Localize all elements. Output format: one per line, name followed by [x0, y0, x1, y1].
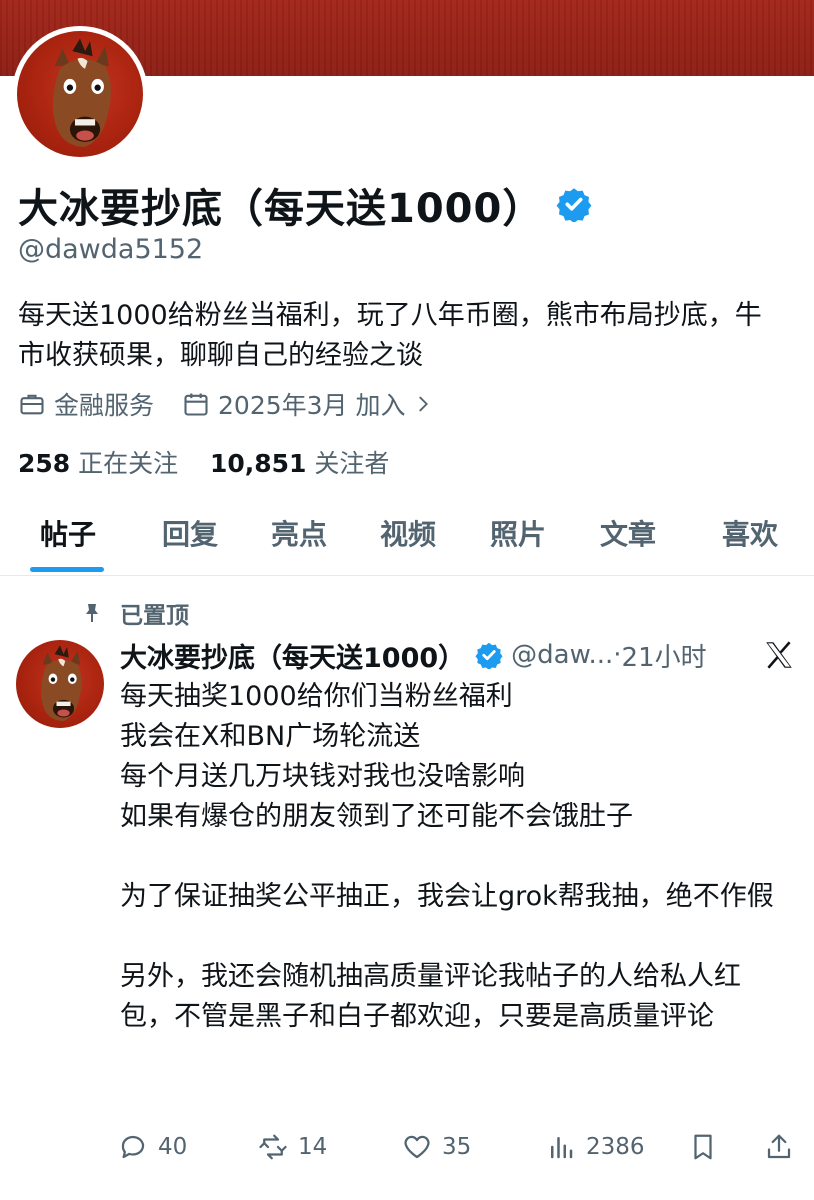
reply-count: 40 [158, 1134, 188, 1160]
followers-label: 关注者 [314, 449, 390, 478]
post-separator: · [613, 640, 622, 670]
repost-button[interactable]: 14 [258, 1124, 327, 1170]
bookmark-icon [694, 1134, 712, 1160]
post-author-handle[interactable]: @daw... [511, 640, 613, 670]
pinned-label: 已置顶 [120, 603, 189, 629]
follow-stats: 258 正在关注 10,851 关注者 [18, 444, 389, 480]
profile-bio: 每天送1000给粉丝当福利，玩了八年币圈，熊市布局抄底，牛市收获硕果，聊聊自己的… [18, 300, 762, 371]
verified-badge-icon [475, 642, 503, 669]
like-button[interactable]: 35 [402, 1124, 471, 1170]
like-icon [404, 1135, 430, 1159]
share-icon [767, 1134, 791, 1159]
horse-avatar-icon [52, 38, 111, 147]
profile-category[interactable]: 金融服务 [54, 386, 154, 422]
post-text: 每天抽奖1000给你们当粉丝福利 我会在X和BN广场轮流送 每个月送几万块钱对我… [120, 681, 774, 1032]
views-icon [551, 1137, 573, 1159]
calendar-icon [184, 393, 208, 416]
profile-tabs: 帖子 回复 亮点 视频 照片 文章 喜欢 [0, 506, 814, 576]
views-count: 2386 [586, 1134, 645, 1160]
like-count: 35 [442, 1134, 472, 1160]
tab-posts[interactable]: 帖子 [22, 506, 114, 576]
post-header: 大冰要抄底（每天送1000） @daw... · 21小时 [120, 634, 707, 676]
views-button[interactable]: 2386 [546, 1124, 645, 1170]
followers-link[interactable]: 10,851 关注者 [210, 449, 389, 478]
profile-name: 大冰要抄底（每天送1000） [18, 186, 544, 232]
horse-avatar-icon [41, 645, 82, 721]
followers-count: 10,851 [209, 449, 307, 478]
profile-joined-date: 2025年3月 加入 [218, 391, 406, 420]
post-author-avatar[interactable] [16, 640, 104, 728]
profile-handle: @dawda5152 [18, 234, 204, 265]
repost-icon [259, 1134, 287, 1160]
tab-photos[interactable]: 照片 [472, 506, 564, 576]
pin-icon [86, 604, 98, 622]
pinned-indicator: 已置顶 [80, 596, 189, 630]
share-button[interactable] [764, 1124, 804, 1170]
reply-button[interactable]: 40 [118, 1124, 187, 1170]
tab-replies[interactable]: 回复 [144, 506, 236, 576]
following-label: 正在关注 [78, 449, 179, 478]
bookmark-button[interactable] [688, 1124, 728, 1170]
post-actions: 40 14 35 2386 [118, 1124, 798, 1170]
tab-articles[interactable]: 文章 [582, 506, 674, 576]
reply-icon [121, 1135, 145, 1159]
tab-highlights[interactable]: 亮点 [253, 506, 345, 576]
following-link[interactable]: 258 正在关注 [18, 449, 178, 478]
x-logo-icon[interactable] [762, 638, 796, 672]
profile-meta: 金融服务 2025年3月 加入 [18, 386, 434, 422]
active-tab-indicator [30, 567, 104, 572]
post-timestamp[interactable]: 21小时 [622, 637, 707, 674]
repost-count: 14 [298, 1134, 328, 1160]
chevron-right-icon[interactable] [412, 393, 434, 415]
post-author-name[interactable]: 大冰要抄底（每天送1000） [120, 636, 465, 675]
following-count: 258 [18, 449, 71, 478]
tab-videos[interactable]: 视频 [362, 506, 454, 576]
briefcase-icon [20, 394, 44, 415]
profile-avatar[interactable] [12, 26, 148, 162]
verified-badge-icon[interactable] [556, 186, 592, 222]
tab-likes[interactable]: 喜欢 [704, 506, 796, 576]
